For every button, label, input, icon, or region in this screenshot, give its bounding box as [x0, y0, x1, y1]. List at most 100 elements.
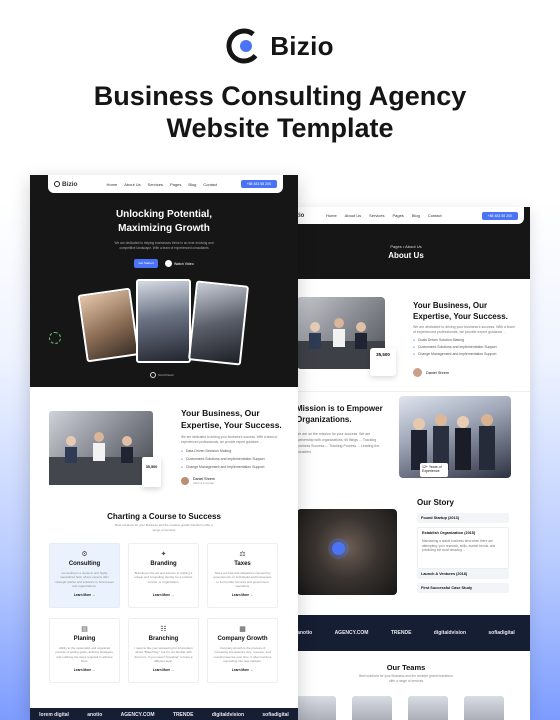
hero-photo-card [77, 287, 140, 363]
about-partner-logos: anotio AGENCY.COM TRENDE digitaldvision … [282, 615, 530, 651]
branding-icon: ✦ [160, 551, 167, 558]
partner-logo: lorem digital [39, 712, 69, 718]
about-nav-services[interactable]: Services [369, 213, 384, 218]
accordion-item-open[interactable]: Establish Organization (2015) Maintainin… [417, 527, 509, 569]
about-nav-logo[interactable]: zio [296, 213, 318, 219]
home-nav-contact[interactable]: Contact [203, 182, 217, 187]
service-card-consulting[interactable]: ⚙ Consulting Consulting is a dynamic and… [49, 543, 120, 608]
partner-logo: anotio [87, 712, 103, 718]
service-card-company-growth[interactable]: ▦ Company Growth Company growth is the p… [207, 618, 278, 683]
office-people-illustration [49, 432, 153, 485]
home-team-photo [49, 411, 153, 485]
service-title: Taxes [234, 561, 251, 567]
users-icon: ⚙ [81, 551, 88, 558]
home-nav-logo-text: Bizio [62, 180, 78, 188]
home-nav-services[interactable]: Services [148, 182, 163, 187]
learn-more-link[interactable]: Learn More → [208, 593, 277, 597]
home-intro-text: We are dedicated to driving your busines… [181, 435, 278, 444]
about-intro-heading: Your Business, Our Expertise, Your Succe… [413, 301, 508, 321]
scroll-label: Scroll Down [158, 373, 175, 377]
headline-line-2: Website Template [166, 113, 394, 143]
learn-more-link[interactable]: Learn More → [129, 593, 198, 597]
scroll-down-indicator[interactable]: Scroll Down [150, 372, 174, 378]
service-card-branching[interactable]: ☷ Branching I need to like your answerin… [128, 618, 199, 683]
home-intro-heading: Your Business, Our Expertise, Your Succe… [181, 408, 282, 430]
accordion-item[interactable]: Found Startup (2013) [417, 513, 509, 523]
story-video-thumbnail[interactable] [297, 509, 397, 595]
author-role: CEO & Founder [193, 481, 215, 485]
service-title: Planing [73, 636, 96, 642]
service-text: Branding is the art and science of craft… [134, 571, 193, 584]
about-nav-phone-button[interactable]: +88 483 58 200 [481, 211, 518, 220]
accordion-title: First Successful Case Study [421, 586, 473, 590]
services-heading: Charting a Course to Success [107, 512, 221, 521]
home-nav-home[interactable]: Home [107, 182, 118, 187]
scroll-icon [150, 372, 156, 378]
service-text: Ability to the systematic and organized … [55, 646, 114, 663]
play-icon[interactable] [332, 542, 345, 555]
partner-logo: digitaldvision [433, 630, 467, 636]
business-team-illustration [411, 414, 495, 470]
mission-team-photo [399, 396, 511, 478]
learn-more-link[interactable]: Learn More → [129, 668, 198, 672]
accordion-title: Establish Organization (2015) [422, 531, 476, 535]
accordion-item[interactable]: Launch A Ventures (2018) [417, 569, 509, 579]
play-icon [165, 260, 172, 267]
about-nav-contact[interactable]: Contact [428, 213, 442, 218]
learn-more-link[interactable]: Learn More → [50, 668, 119, 672]
service-card-planing[interactable]: ▤ Planing Ability to the systematic and … [49, 618, 120, 683]
avatar [413, 368, 422, 377]
about-author: Daniel Shrem [413, 368, 523, 377]
team-member-photo [296, 696, 336, 720]
about-navbar: zio Home About Us Services Pages Blog Co… [290, 207, 524, 224]
list-item: Customized Solutions and Implementation … [413, 345, 523, 352]
about-nav-home[interactable]: Home [326, 213, 337, 218]
get-started-button[interactable]: Get Started [134, 259, 158, 268]
watch-video-button[interactable]: Watch Video [165, 260, 194, 267]
breadcrumb: Pages • About Us [390, 244, 422, 249]
service-text: Taxes are financial obligations imposed … [213, 571, 272, 588]
accordion-body: Maintaining a stable business idea when … [422, 539, 496, 552]
list-item: Change Management and Implementation Sup… [181, 465, 291, 473]
home-nav-phone-button[interactable]: +88 483 58 200 [240, 180, 277, 188]
list-item: Data-Driven Decision Making [181, 449, 291, 457]
service-text: I need to like your answering for inform… [134, 646, 193, 663]
partner-logo: AGENCY.COM [334, 630, 369, 636]
home-intro-list: Data-Driven Decision Making Customized S… [181, 449, 291, 473]
about-nav-pages[interactable]: Pages [392, 213, 403, 218]
service-card-branding[interactable]: ✦ Branding Branding is the art and scien… [128, 543, 199, 608]
list-item: Goals Driven Solution Making [413, 338, 523, 345]
about-stat-value: 35,500 [376, 352, 390, 357]
hero-title-line-2: Maximizing Growth [118, 223, 210, 234]
learn-more-link[interactable]: Learn More → [208, 668, 277, 672]
home-page-preview: Bizio Home About Us Services Pages Blog … [30, 175, 298, 720]
decorative-circle-icon [49, 332, 61, 344]
growth-icon: ▦ [239, 626, 246, 633]
author-info: Daniel Shrem CEO & Founder [193, 477, 215, 485]
bizio-logo-icon [226, 28, 262, 64]
home-nav-about[interactable]: About Us [124, 182, 140, 187]
about-nav-about[interactable]: About Us [345, 213, 361, 218]
about-nav-blog[interactable]: Blog [412, 213, 420, 218]
home-nav-pages[interactable]: Pages [170, 182, 181, 187]
accordion-title: Found Startup (2013) [421, 516, 459, 520]
team-member-photo [408, 696, 448, 720]
avatar [181, 477, 189, 485]
service-card-taxes[interactable]: ⚖ Taxes Taxes are financial obligations … [207, 543, 278, 608]
watch-video-label: Watch Video [174, 261, 194, 266]
home-nav-blog[interactable]: Blog [188, 182, 196, 187]
partner-logo: TRENDE [390, 630, 412, 636]
home-nav-logo[interactable]: Bizio [54, 181, 78, 188]
teams-text: Best solutions for your Business and the… [359, 674, 453, 683]
home-stat-card: 35,500 [142, 457, 161, 487]
hero-photo-card [187, 280, 250, 366]
mission-heading: Mission is to Empower Organizations. [296, 404, 383, 424]
author-name: Daniel Shrem [426, 370, 450, 375]
learn-more-link[interactable]: Learn More → [50, 593, 119, 597]
team-member-photo [464, 696, 504, 720]
accordion-item[interactable]: First Successful Case Study [417, 583, 509, 593]
service-text: Company growth is the process of increas… [213, 646, 272, 663]
logo-icon [54, 181, 60, 187]
team-member-photo [352, 696, 392, 720]
home-author: Daniel Shrem CEO & Founder [181, 477, 291, 485]
